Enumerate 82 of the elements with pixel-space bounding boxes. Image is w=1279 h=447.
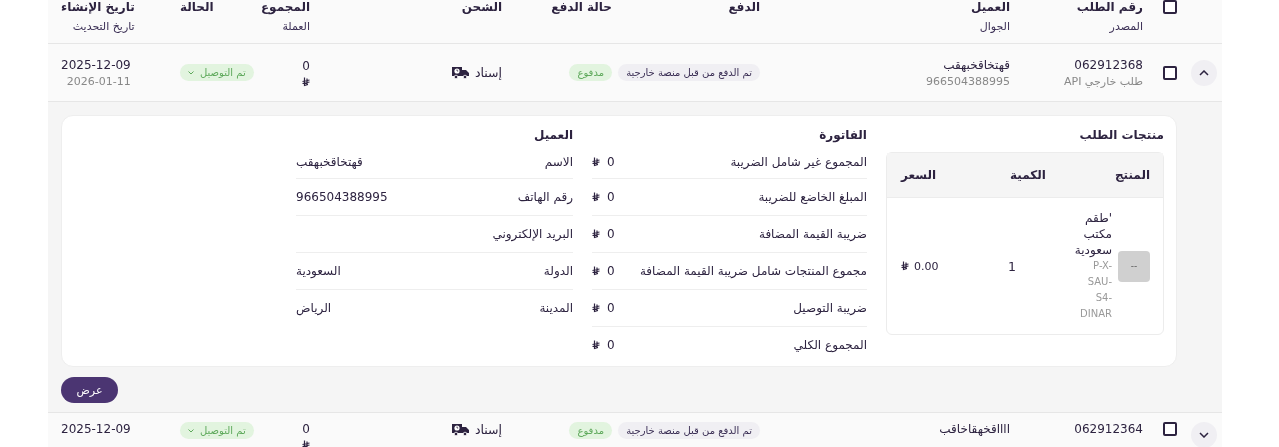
customer-name: قهتخاقخبهقب — [943, 57, 1010, 72]
riyal-icon — [302, 440, 310, 447]
customer-field-label: المدينة — [539, 301, 573, 315]
chevron-icon — [1198, 432, 1209, 438]
truck-icon — [451, 423, 469, 436]
created-date: 2025-12-09 — [61, 57, 131, 72]
column-header[interactable]: المجموع — [260, 0, 310, 14]
riyal-icon — [592, 340, 600, 350]
column-header[interactable]: تاريخ الإنشاء — [61, 0, 135, 14]
order-number[interactable]: 062912364 — [1074, 422, 1143, 436]
column-header: الكمية — [1009, 168, 1046, 182]
updated-date: 2026-01-11 — [66, 74, 131, 88]
column-header[interactable]: حالة الدفع — [551, 0, 612, 14]
product-price: 0.00 — [887, 259, 939, 273]
order-number[interactable]: 062912368 — [1074, 57, 1143, 72]
invoice-value: 0 — [607, 338, 615, 352]
product-name: 'طقم مكتب سعودية — [1073, 210, 1112, 258]
column-subheader: المصدر — [1109, 20, 1143, 33]
section-title: الفاتورة — [818, 128, 867, 142]
column-header[interactable]: الحالة — [180, 0, 214, 14]
select-all-checkbox[interactable] — [1163, 0, 1177, 14]
customer-field-label: الاسم — [544, 155, 573, 169]
customer-field-label: البريد الإلكتروني — [492, 227, 573, 241]
riyal-icon — [592, 192, 600, 202]
customer-name: ااااقخهقاخاقب — [939, 422, 1010, 436]
shipping-company: إسناد — [474, 65, 502, 80]
invoice-label: المجموع الكلي — [793, 338, 867, 352]
invoice-label: ضريبة التوصيل — [793, 301, 867, 315]
riyal-icon — [302, 76, 310, 87]
invoice-value: 0 — [607, 190, 615, 204]
column-header: السعر — [899, 168, 937, 182]
column-header: المنتج — [1113, 168, 1151, 182]
order-total: 0 — [302, 58, 310, 73]
invoice-label: المبلغ الخاضع للضريبة — [758, 190, 867, 204]
column-subheader: العملة — [282, 20, 310, 33]
expand-button[interactable] — [1190, 422, 1217, 447]
invoice-value: 0 — [607, 264, 615, 278]
invoice-label: ضريبة القيمة المضافة — [758, 227, 867, 241]
riyal-icon — [592, 229, 600, 239]
product-quantity: 1 — [1007, 258, 1016, 274]
collapse-button[interactable] — [1190, 59, 1217, 86]
column-subheader: الجوال — [979, 20, 1010, 33]
customer-field-value: السعودية — [296, 264, 341, 278]
customer-field-value: قهتخاقخبهقب — [296, 155, 363, 169]
customer-phone: 966504388995 — [926, 74, 1010, 88]
column-header[interactable]: الدفع — [728, 0, 760, 14]
section-title: منتجات الطلب — [1078, 128, 1164, 142]
image-placeholder-text: -- — [1130, 261, 1138, 271]
column-subheader: تاريخ التحديث — [72, 20, 135, 33]
payment-status-tag: مدفوع — [569, 64, 612, 81]
shipping-company: إسناد — [474, 422, 502, 437]
customer-field-label: الدولة — [543, 264, 573, 278]
invoice-label: المجموع غير شامل الضريبة — [730, 155, 867, 169]
section-title: العميل — [532, 128, 573, 142]
riyal-icon — [592, 157, 600, 167]
caret-icon — [188, 70, 194, 75]
order-total: 0 — [302, 422, 310, 436]
payment-method-tag: تم الدفع من قبل منصة خارجية — [618, 64, 760, 81]
product-sku: P-X-SAU-S4-DINAR — [1079, 259, 1112, 321]
customer-field-label: رقم الهاتف — [517, 190, 573, 204]
column-header[interactable]: الشحن — [461, 0, 502, 14]
view-button[interactable]: عرض — [61, 377, 118, 403]
riyal-icon — [592, 266, 600, 276]
payment-method-tag: تم الدفع من قبل منصة خارجية — [618, 422, 760, 439]
invoice-value: 0 — [607, 301, 615, 315]
invoice-label: مجموع المنتجات شامل ضريبة القيمة المضافة — [639, 264, 867, 278]
riyal-icon — [592, 303, 600, 313]
truck-icon — [451, 66, 469, 79]
customer-field-value: الرياض — [296, 301, 332, 315]
order-source: طلب خارجي API — [1063, 74, 1143, 88]
created-date: 2025-12-09 — [61, 422, 131, 436]
column-header[interactable]: رقم الطلب — [1076, 0, 1143, 14]
invoice-value: 0 — [607, 155, 615, 169]
customer-field-value: 966504388995 — [296, 190, 388, 204]
row-checkbox[interactable] — [1163, 65, 1177, 80]
caret-icon — [188, 428, 194, 433]
column-header[interactable]: العميل — [970, 0, 1010, 14]
row-checkbox[interactable] — [1163, 422, 1177, 436]
invoice-value: 0 — [607, 227, 615, 241]
riyal-icon — [901, 261, 909, 271]
chevron-icon — [1198, 69, 1209, 76]
payment-status-tag: مدفوع — [569, 422, 612, 439]
